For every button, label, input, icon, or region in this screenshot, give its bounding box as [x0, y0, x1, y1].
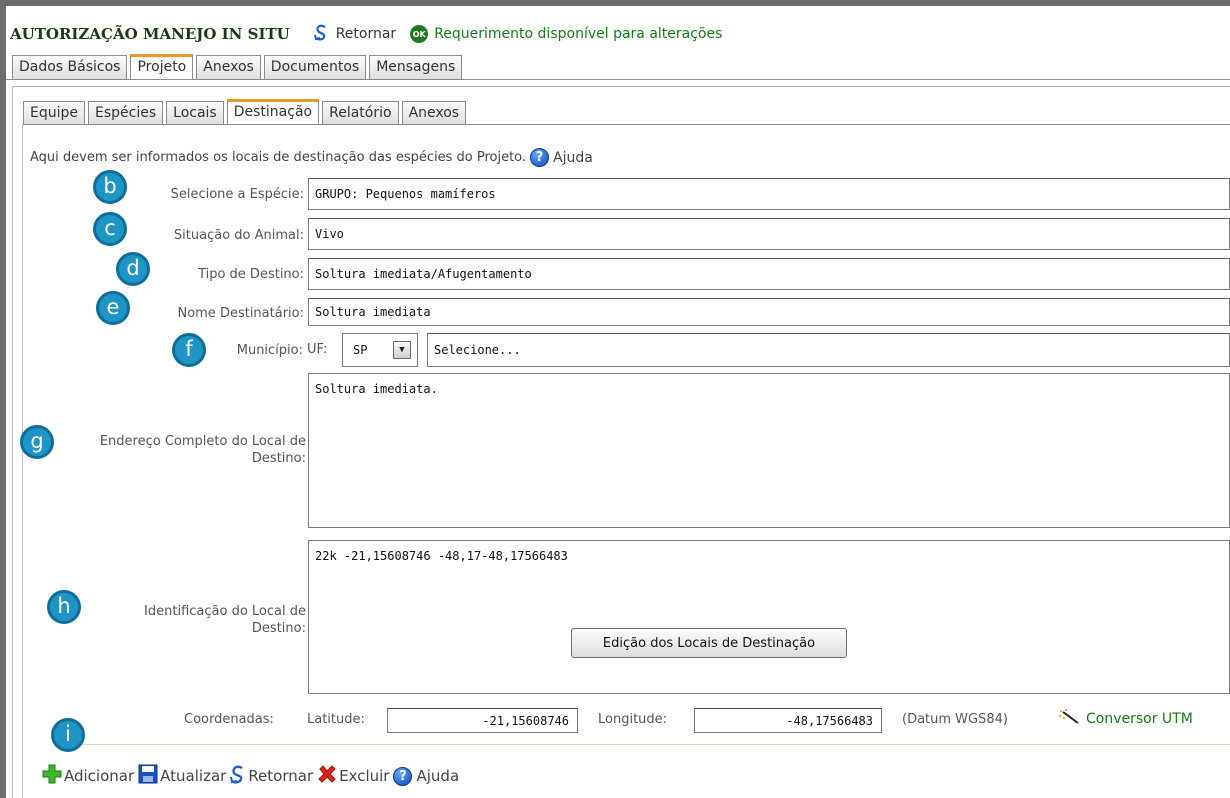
utm-converter-link[interactable]: Conversor UTM [1058, 709, 1193, 729]
main-tabs-divider [6, 79, 1230, 80]
intro-help-link[interactable]: Ajuda [553, 150, 593, 166]
subtab-locais[interactable]: Locais [166, 101, 224, 124]
status-text: Requerimento disponível para alterações [434, 26, 723, 42]
latitude-label: Latitude: [307, 712, 365, 727]
subpanel-border [22, 124, 23, 798]
chevron-down-icon[interactable]: ▼ [393, 341, 411, 359]
delete-button[interactable]: Excluir [317, 764, 389, 788]
update-button[interactable]: Atualizar [138, 764, 226, 788]
subtab-relatorio[interactable]: Relatório [322, 101, 399, 124]
header-bar: AUTORIZAÇÃO MANEJO IN SITU Retornar OK R… [10, 22, 722, 46]
help-label: Ajuda [416, 767, 460, 785]
subtab-especies[interactable]: Espécies [88, 101, 164, 124]
intro-text: Aqui devem ser informados os locais de d… [30, 150, 527, 165]
project-subtabs: Equipe Espécies Locais Destinação Relató… [23, 99, 469, 124]
tab-dados-basicos[interactable]: Dados Básicos [12, 55, 128, 79]
utm-converter-label: Conversor UTM [1086, 711, 1193, 727]
subtab-destinacao[interactable]: Destinação [226, 99, 320, 124]
longitude-label: Longitude: [598, 712, 668, 727]
subtab-anexos[interactable]: Anexos [401, 101, 467, 124]
magic-wand-icon [1058, 709, 1080, 729]
annotation-badge-b: b [93, 170, 127, 204]
tipo-destino-select[interactable]: Soltura imediata/Afugentamento [308, 258, 1230, 290]
situacao-select[interactable]: Vivo [308, 218, 1230, 250]
coordenadas-label: Coordenadas: [184, 712, 274, 727]
annotation-badge-g: g [20, 425, 54, 459]
toolbar-divider [70, 744, 1230, 745]
help-button[interactable]: ? Ajuda [393, 766, 460, 786]
add-button[interactable]: Adicionar [42, 764, 134, 788]
return-arrow-icon [313, 23, 328, 45]
annotation-badge-e: e [96, 291, 130, 325]
longitude-input[interactable]: -48,17566483 [694, 708, 882, 733]
back-label: Retornar [248, 767, 314, 785]
municipio-label: Município: [236, 343, 303, 358]
uf-value: SP [353, 343, 368, 357]
uf-select[interactable]: SP ▼ [342, 333, 418, 367]
datum-label: (Datum WGS84) [902, 712, 1008, 727]
status-message: OK Requerimento disponível para alteraçõ… [410, 25, 722, 43]
annotation-badge-c: c [93, 212, 127, 246]
especie-select[interactable]: GRUPO: Pequenos mamíferos [308, 178, 1230, 210]
endereco-label: Endereço Completo do Local de Destino: [99, 434, 306, 466]
header-back-link[interactable]: Retornar [313, 23, 397, 45]
endereco-textarea[interactable]: Soltura imediata. [308, 373, 1230, 528]
situacao-label: Situação do Animal: [173, 228, 304, 243]
municipio-select[interactable]: Selecione... [427, 333, 1230, 367]
save-disk-icon [138, 764, 158, 788]
latitude-input[interactable]: -21,15608746 [387, 708, 578, 733]
ok-icon: OK [410, 25, 429, 43]
especie-label: Selecione a Espécie: [170, 187, 304, 202]
tab-mensagens[interactable]: Mensagens [369, 55, 463, 79]
subtabs-divider [22, 124, 1230, 125]
back-button[interactable]: Retornar [230, 764, 313, 788]
tab-projeto[interactable]: Projeto [130, 54, 194, 79]
action-toolbar: Adicionar Atualizar Retornar Excluir ? A… [42, 764, 463, 788]
help-icon: ? [393, 766, 413, 786]
tab-anexos[interactable]: Anexos [196, 55, 261, 79]
page-title: AUTORIZAÇÃO MANEJO IN SITU [10, 25, 290, 43]
intro-line: Aqui devem ser informados os locais de d… [30, 148, 593, 167]
nome-destinatario-label: Nome Destinatário: [177, 306, 304, 321]
edit-locations-button[interactable]: Edição dos Locais de Destinação [571, 628, 847, 658]
subtab-equipe[interactable]: Equipe [23, 101, 85, 124]
update-label: Atualizar [160, 767, 227, 785]
annotation-badge-d: d [116, 252, 150, 286]
identificacao-label: Identificação do Local de Destino: [144, 604, 306, 636]
delete-x-icon [317, 764, 337, 788]
return-arrow-icon [230, 764, 246, 788]
nome-destinatario-input[interactable]: Soltura imediata [308, 298, 1230, 326]
main-tabs: Dados Básicos Projeto Anexos Documentos … [12, 54, 465, 79]
tab-documentos[interactable]: Documentos [263, 55, 367, 79]
help-icon[interactable]: ? [530, 148, 550, 167]
identificacao-textarea[interactable]: 22k -21,15608746 -48,17-48,17566483 [308, 540, 1230, 694]
add-label: Adicionar [64, 767, 135, 785]
header-back-label: Retornar [335, 26, 397, 42]
delete-label: Excluir [339, 767, 390, 785]
uf-label: UF: [307, 342, 328, 357]
annotation-badge-i: i [51, 718, 85, 752]
annotation-badge-f: f [172, 333, 206, 367]
plus-icon [42, 764, 62, 788]
annotation-badge-h: h [47, 590, 81, 624]
